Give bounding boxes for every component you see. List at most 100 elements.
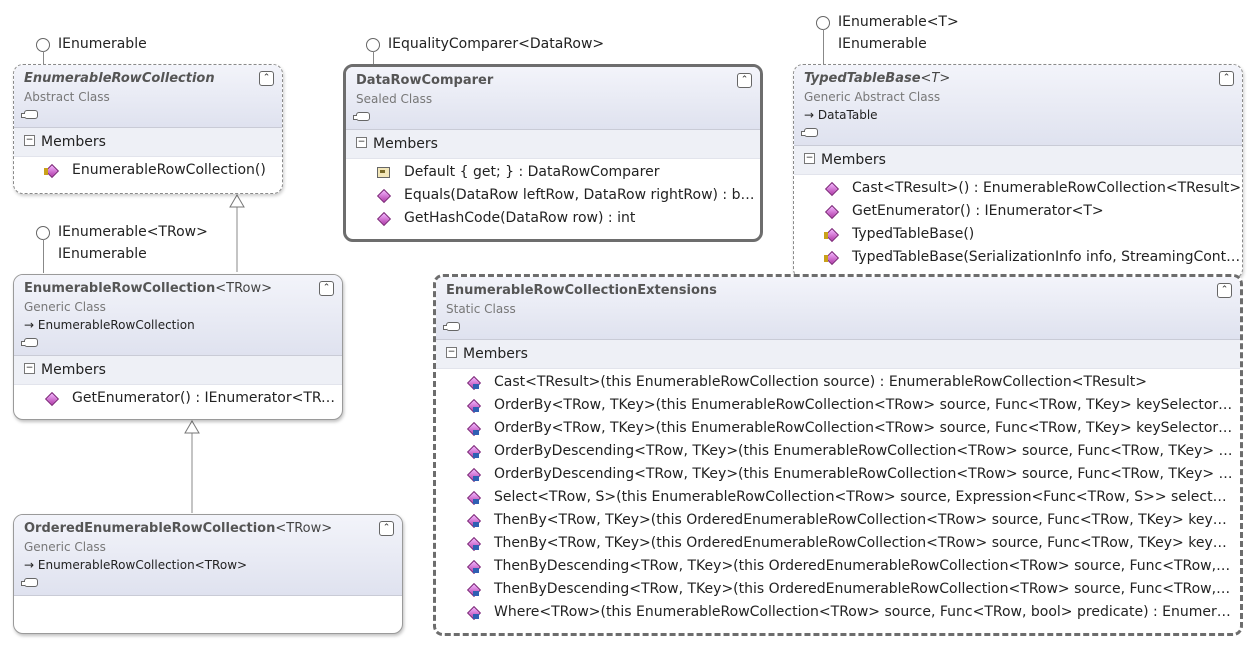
interface-name: IEnumerable<T> bbox=[838, 14, 959, 30]
member-label: ThenByDescending<TRow, TKey>(this Ordere… bbox=[494, 558, 1234, 574]
extension-method-icon bbox=[466, 445, 480, 458]
class-title-name: TypedTableBase bbox=[804, 71, 921, 86]
class-kind: Generic Abstract Class bbox=[804, 90, 941, 104]
member-label: Where<TRow>(this EnumerableRowCollection… bbox=[494, 604, 1234, 620]
class-header: EnumerableRowCollection<TRow> Generic Cl… bbox=[14, 275, 342, 356]
interface-name: IEnumerable bbox=[58, 246, 147, 262]
class-orderedenumerablerowcollection[interactable]: OrderedEnumerableRowCollection<TRow> Gen… bbox=[13, 514, 403, 634]
extension-method-icon bbox=[466, 560, 480, 573]
members-section[interactable]: − Members bbox=[794, 146, 1242, 175]
collapse-section-icon[interactable]: − bbox=[24, 363, 35, 374]
class-title: TypedTableBase<T> bbox=[804, 71, 1232, 86]
members-section[interactable]: − Members bbox=[346, 130, 760, 159]
collapse-icon[interactable]: ⌃ bbox=[737, 73, 752, 88]
method-icon bbox=[376, 189, 390, 201]
member-label: EnumerableRowCollection() bbox=[72, 162, 266, 178]
base-class-name: EnumerableRowCollection bbox=[37, 318, 195, 332]
collapse-icon[interactable]: ⌃ bbox=[319, 281, 334, 296]
extension-method-icon bbox=[466, 537, 480, 550]
interface-name: IEnumerable<TRow> bbox=[58, 224, 208, 240]
member-row[interactable]: EnumerableRowCollection() bbox=[14, 159, 282, 182]
details-toggle-icon[interactable] bbox=[21, 578, 38, 587]
class-type-params: <TRow> bbox=[215, 281, 272, 296]
class-title: EnumerableRowCollection bbox=[24, 71, 215, 86]
member-row[interactable]: ThenByDescending<TRow, TKey>(this Ordere… bbox=[436, 555, 1234, 578]
details-toggle-icon[interactable] bbox=[21, 110, 38, 119]
members-label: Members bbox=[373, 136, 438, 152]
inheritance-arrow-ordered bbox=[184, 420, 200, 434]
members-label: Members bbox=[463, 346, 528, 362]
member-row[interactable]: Where<TRow>(this EnumerableRowCollection… bbox=[436, 601, 1234, 624]
collapse-icon[interactable]: ⌃ bbox=[379, 521, 394, 536]
extension-method-icon bbox=[466, 399, 480, 412]
collapse-section-icon[interactable]: − bbox=[24, 135, 35, 146]
collapse-section-icon[interactable]: − bbox=[446, 347, 457, 358]
class-header: EnumerableRowCollection Abstract Class ⌃ bbox=[14, 65, 282, 128]
class-datarowcomparer[interactable]: DataRowComparer Sealed Class ⌃ − Members … bbox=[343, 64, 763, 242]
constructor-icon bbox=[824, 228, 838, 240]
class-title: OrderedEnumerableRowCollection<TRow> bbox=[24, 521, 392, 536]
member-row[interactable]: Cast<TResult>(this EnumerableRowCollecti… bbox=[436, 371, 1234, 394]
inherits-arrow-icon: → bbox=[24, 318, 38, 332]
member-row[interactable]: ThenBy<TRow, TKey>(this OrderedEnumerabl… bbox=[436, 532, 1234, 555]
member-row[interactable]: Cast<TResult>() : EnumerableRowCollectio… bbox=[794, 177, 1242, 200]
details-toggle-icon[interactable] bbox=[443, 322, 460, 331]
member-label: Cast<TResult>() : EnumerableRowCollectio… bbox=[852, 180, 1242, 196]
member-row[interactable]: GetHashCode(DataRow row) : int bbox=[346, 207, 760, 230]
member-label: OrderBy<TRow, TKey>(this EnumerableRowCo… bbox=[494, 420, 1234, 436]
collapse-icon[interactable]: ⌃ bbox=[1217, 283, 1232, 298]
extension-method-icon bbox=[466, 468, 480, 481]
property-icon bbox=[376, 166, 390, 178]
collapse-icon[interactable]: ⌃ bbox=[259, 71, 274, 86]
details-toggle-icon[interactable] bbox=[801, 128, 818, 137]
extension-method-icon bbox=[466, 583, 480, 596]
member-row[interactable]: GetEnumerator() : IEnumerator<TRow> bbox=[14, 387, 342, 410]
member-row[interactable]: OrderByDescending<TRow, TKey>(this Enume… bbox=[436, 463, 1234, 486]
method-icon bbox=[376, 212, 390, 224]
collapse-section-icon[interactable]: − bbox=[804, 153, 815, 164]
member-row[interactable]: GetEnumerator() : IEnumerator<T> bbox=[794, 200, 1242, 223]
member-row[interactable]: TypedTableBase() bbox=[794, 223, 1242, 246]
member-label: TypedTableBase(SerializationInfo info, S… bbox=[852, 249, 1242, 265]
member-label: Cast<TResult>(this EnumerableRowCollecti… bbox=[494, 374, 1148, 390]
members-section[interactable]: − Members bbox=[436, 340, 1240, 369]
method-icon bbox=[824, 205, 838, 217]
class-title: EnumerableRowCollection<TRow> bbox=[24, 281, 332, 296]
class-typedtablebase[interactable]: TypedTableBase<T> Generic Abstract Class… bbox=[793, 64, 1243, 279]
class-title-name: EnumerableRowCollection bbox=[24, 281, 216, 296]
member-row[interactable]: OrderByDescending<TRow, TKey>(this Enume… bbox=[436, 440, 1234, 463]
method-icon bbox=[824, 182, 838, 194]
class-kind: Generic Class bbox=[24, 300, 106, 314]
member-row[interactable]: OrderBy<TRow, TKey>(this EnumerableRowCo… bbox=[436, 417, 1234, 440]
extension-method-icon bbox=[466, 422, 480, 435]
member-label: ThenByDescending<TRow, TKey>(this Ordere… bbox=[494, 581, 1234, 597]
class-header: OrderedEnumerableRowCollection<TRow> Gen… bbox=[14, 515, 402, 596]
class-enumerablerowcollection-generic[interactable]: EnumerableRowCollection<TRow> Generic Cl… bbox=[13, 274, 343, 420]
collapse-section-icon[interactable]: − bbox=[356, 137, 367, 148]
member-label: GetHashCode(DataRow row) : int bbox=[404, 210, 636, 226]
class-enumerablerowcollection[interactable]: EnumerableRowCollection Abstract Class ⌃… bbox=[13, 64, 283, 194]
class-header: EnumerableRowCollectionExtensions Static… bbox=[436, 277, 1240, 340]
class-enumerablerowcollectionextensions[interactable]: EnumerableRowCollectionExtensions Static… bbox=[433, 274, 1243, 636]
members-section[interactable]: − Members bbox=[14, 128, 282, 157]
interface-name: IEnumerable bbox=[838, 36, 927, 52]
member-row[interactable]: Equals(DataRow leftRow, DataRow rightRow… bbox=[346, 184, 760, 207]
collapse-icon[interactable]: ⌃ bbox=[1219, 71, 1234, 86]
member-label: Select<TRow, S>(this EnumerableRowCollec… bbox=[494, 489, 1234, 505]
member-row[interactable]: ThenByDescending<TRow, TKey>(this Ordere… bbox=[436, 578, 1234, 601]
extension-method-icon bbox=[466, 491, 480, 504]
member-label: OrderByDescending<TRow, TKey>(this Enume… bbox=[494, 466, 1234, 482]
interface-name: IEnumerable bbox=[58, 36, 147, 52]
details-toggle-icon[interactable] bbox=[21, 338, 38, 347]
extension-method-icon bbox=[466, 514, 480, 527]
members-section[interactable]: − Members bbox=[14, 356, 342, 385]
member-row[interactable]: TypedTableBase(SerializationInfo info, S… bbox=[794, 246, 1242, 269]
member-row[interactable]: ThenBy<TRow, TKey>(this OrderedEnumerabl… bbox=[436, 509, 1234, 532]
details-toggle-icon[interactable] bbox=[353, 112, 370, 121]
member-label: ThenBy<TRow, TKey>(this OrderedEnumerabl… bbox=[494, 512, 1234, 528]
member-row[interactable]: OrderBy<TRow, TKey>(this EnumerableRowCo… bbox=[436, 394, 1234, 417]
member-row[interactable]: Default { get; } : DataRowComparer bbox=[346, 161, 760, 184]
member-label: Default { get; } : DataRowComparer bbox=[404, 164, 660, 180]
members-label: Members bbox=[41, 134, 106, 150]
member-row[interactable]: Select<TRow, S>(this EnumerableRowCollec… bbox=[436, 486, 1234, 509]
